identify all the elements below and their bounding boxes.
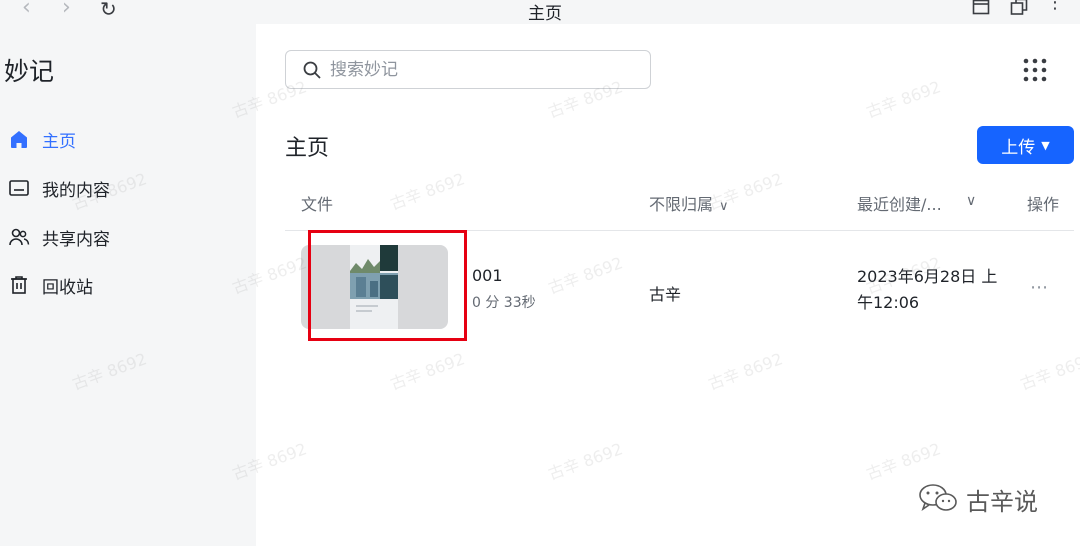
sidebar-item-shared[interactable]: 共享内容 xyxy=(0,217,256,257)
folder-icon xyxy=(8,177,30,199)
watermark: 古辛 8692 xyxy=(863,77,944,122)
file-duration: 0 分 33秒 xyxy=(472,295,536,311)
wechat-icon xyxy=(918,483,958,517)
sidebar: 妙记 主页 我的内容 共享内容 回收站 xyxy=(0,24,256,546)
sidebar-item-home[interactable]: 主页 xyxy=(0,119,256,159)
upload-button[interactable]: 上传 ▼ xyxy=(977,126,1074,164)
caret-down-icon: ▼ xyxy=(1041,138,1050,152)
app-grid-icon[interactable] xyxy=(1022,57,1048,83)
search-icon xyxy=(302,60,322,84)
sidebar-item-label: 我的内容 xyxy=(42,180,110,201)
brand-watermark: 古辛说 xyxy=(918,482,1038,517)
chevron-down-icon: ∨ xyxy=(719,199,729,214)
window-title: 主页 xyxy=(528,4,562,24)
column-header-file: 文件 xyxy=(301,195,334,214)
column-header-owner[interactable]: 不限归属 ∨ xyxy=(649,191,729,215)
app-title: 妙记 xyxy=(4,57,55,86)
search-input[interactable] xyxy=(330,57,630,83)
watermark: 古辛 8692 xyxy=(545,439,626,484)
file-owner: 古辛 xyxy=(649,285,682,304)
watermark: 古辛 8692 xyxy=(863,439,944,484)
watermark: 古辛 8692 xyxy=(1017,349,1080,394)
more-vertical-icon[interactable]: ⋮ xyxy=(1046,0,1065,13)
page-title: 主页 xyxy=(285,136,330,161)
file-name[interactable]: 001 xyxy=(472,266,503,285)
title-bar: ‹ › ↻ 主页 ⋮ xyxy=(0,0,1080,24)
new-window-icon[interactable] xyxy=(1010,0,1028,20)
file-created-date: 2023年6月28日 上午12:06 xyxy=(857,267,998,312)
highlight-box xyxy=(308,230,467,341)
brand-text: 古辛说 xyxy=(966,488,1038,516)
sidebar-item-label: 回收站 xyxy=(42,277,93,298)
sidebar-item-my-content[interactable]: 我的内容 xyxy=(0,168,256,208)
watermark: 古辛 8692 xyxy=(387,169,468,214)
watermark: 古辛 8692 xyxy=(705,349,786,394)
trash-icon xyxy=(8,274,30,296)
chevron-down-icon[interactable]: ∨ xyxy=(966,193,976,209)
sidebar-item-trash[interactable]: 回收站 xyxy=(0,265,256,305)
search-box[interactable] xyxy=(285,50,651,89)
owner-filter-label: 不限归属 xyxy=(649,195,714,214)
shared-users-icon xyxy=(8,226,30,248)
sidebar-item-label: 共享内容 xyxy=(42,229,110,250)
sidebar-item-label: 主页 xyxy=(42,131,76,152)
upload-button-label: 上传 xyxy=(1001,137,1036,158)
watermark: 古辛 8692 xyxy=(387,349,468,394)
column-header-date[interactable]: 最近创建/... xyxy=(857,191,942,215)
panel-icon[interactable] xyxy=(972,0,990,20)
column-header-ops: 操作 xyxy=(1027,195,1060,214)
home-icon xyxy=(8,128,30,150)
more-icon[interactable]: ⋯ xyxy=(1030,277,1049,298)
